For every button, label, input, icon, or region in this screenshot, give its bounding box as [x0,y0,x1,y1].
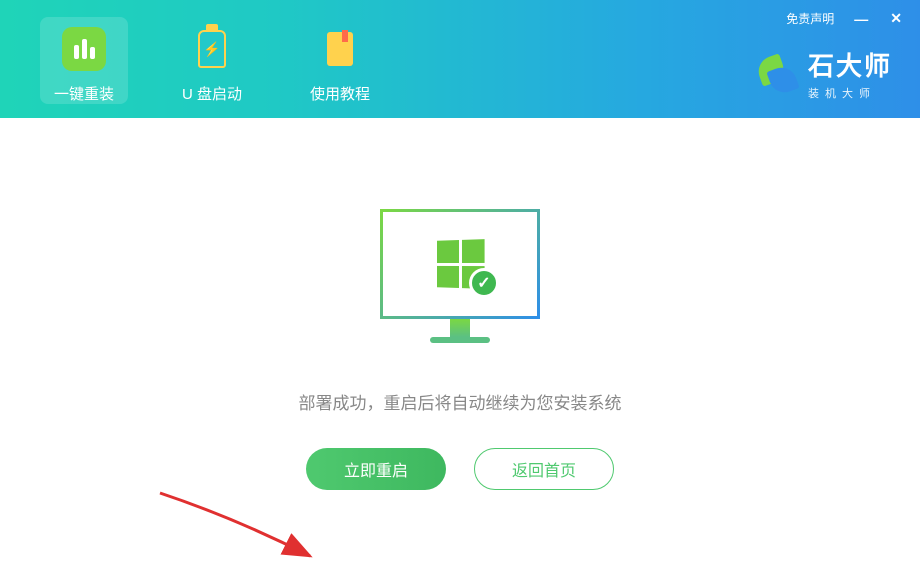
tab-label: 使用教程 [310,83,370,104]
annotation-arrow-icon [155,488,335,578]
main-content: ✓ 部署成功，重启后将自动继续为您安装系统 立即重启 返回首页 [0,118,920,580]
nav-tabs: 一键重装 ⚡ U 盘启动 使用教程 [20,0,384,118]
brand-subtitle: 装机大师 [808,85,892,101]
usb-icon: ⚡ [190,27,234,71]
bars-icon [62,27,106,71]
tab-label: 一键重装 [54,83,114,104]
window-controls: 免责声明 — ✕ [786,10,904,27]
disclaimer-link[interactable]: 免责声明 [786,10,834,27]
tab-tutorial[interactable]: 使用教程 [296,17,384,104]
monitor-success-icon: ✓ [380,209,540,359]
brand-logo-icon [756,53,798,95]
status-message: 部署成功，重启后将自动继续为您安装系统 [299,389,622,414]
back-home-button[interactable]: 返回首页 [474,448,614,490]
brand-title: 石大师 [808,46,892,83]
tab-one-click-reinstall[interactable]: 一键重装 [40,17,128,104]
tab-usb-boot[interactable]: ⚡ U 盘启动 [168,17,256,104]
app-header: 一键重装 ⚡ U 盘启动 使用教程 免责声明 — ✕ 石大师 装机大师 [0,0,920,118]
brand: 石大师 装机大师 [756,46,892,101]
close-button[interactable]: ✕ [888,10,904,27]
check-circle-icon: ✓ [469,268,499,298]
action-buttons: 立即重启 返回首页 [306,448,614,490]
minimize-button[interactable]: — [852,11,870,27]
tab-label: U 盘启动 [182,83,242,104]
restart-now-button[interactable]: 立即重启 [306,448,446,490]
book-icon [318,27,362,71]
